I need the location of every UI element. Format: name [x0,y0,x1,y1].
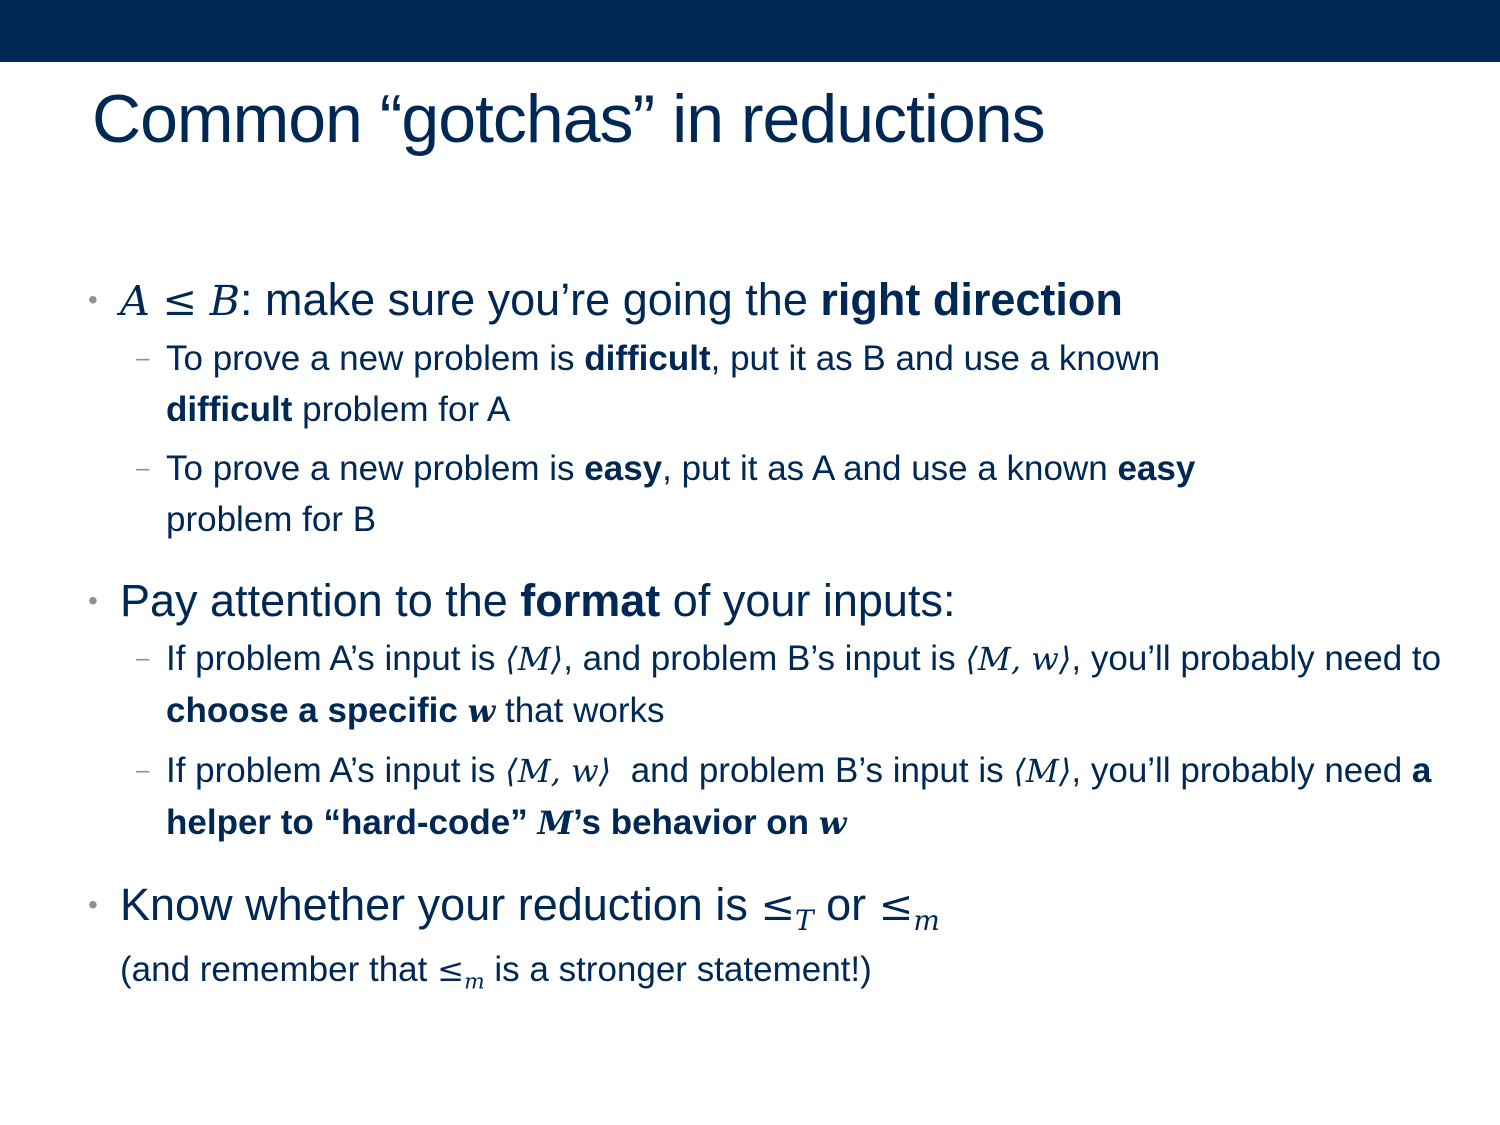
text-span: that works [495,691,665,730]
reduction-note: (and remember that ≤m is a stronger stat… [120,947,1466,1006]
text-span: , put it as B and use a known [710,339,1161,378]
sub-bullet-hard-code: If problem A’s input is ⟨M, w⟩ and probl… [86,745,1466,849]
math-bold-span: M [537,804,574,842]
sub-bullet-difficult: To prove a new problem is difficult, put… [86,333,1466,435]
bullet-reduction-type: Know whether your reduction is ≤T or ≤m … [86,877,1466,1005]
math-leq: ≤ [437,950,465,989]
bullet-direction-bold: right direction [820,274,1123,325]
sub-bullet-choose-w: If problem A’s input is ⟨M⟩, and problem… [86,633,1466,737]
math-subscript: T [795,903,814,937]
bullet-format: Pay attention to the format of your inpu… [86,573,1466,629]
bold-span: difficult [584,339,711,378]
math-a: A [120,277,150,325]
math-span: ⟨M, w⟩ [965,640,1072,678]
text-span: problem for B [166,500,377,539]
math-bold-span: w [818,804,847,842]
text-span: If problem A’s input is [166,751,506,790]
text-span: is a stronger statement!) [484,949,872,989]
math-b: B [209,277,241,325]
text-span: , you’ll probably need to [1071,639,1442,678]
text-span: , you’ll probably need [1071,751,1412,790]
text-span: problem for A [292,390,511,429]
text-span: Pay attention to the [120,575,521,626]
bold-span: ’s behavior on [573,803,819,842]
text-span: or [813,879,879,930]
text-span: and problem B’s input is [611,751,1014,790]
bullet-direction: A ≤ B: make sure you’re going the right … [86,272,1466,329]
math-span: ⟨M, w⟩ [505,752,612,790]
text-span: To prove a new problem is [166,449,585,488]
slide-title: Common “gotchas” in reductions [92,81,1046,157]
math-subscript: m [913,903,940,937]
bold-span: easy [584,449,663,488]
bold-span: easy [1117,449,1196,488]
sub-bullet-easy: To prove a new problem is easy, put it a… [86,443,1466,545]
text-span: Know whether your reduction is [120,879,761,930]
math-span: ⟨M⟩ [1013,752,1072,790]
bold-span: difficult [166,390,293,429]
math-leq: ≤ [162,277,198,325]
bold-span: format [520,575,661,626]
math-leq: ≤ [760,882,796,930]
bullet-direction-text: : make sure you’re going the [240,274,821,325]
text-span: (and remember that [120,949,438,989]
text-span: If problem A’s input is [166,639,506,678]
math-bold-span: w [467,692,496,730]
math-leq: ≤ [878,882,914,930]
text-span: of your inputs: [660,575,956,626]
text-span: , put it as A and use a known [662,449,1118,488]
math-subscript: m [464,969,485,995]
math-span: ⟨M⟩ [505,640,564,678]
slide-content: A ≤ B: make sure you’re going the right … [86,272,1466,1009]
bold-span: choose a specific [166,691,468,730]
text-span: To prove a new problem is [166,339,585,378]
header-bar [0,0,1500,62]
text-span: , and problem B’s input is [563,639,966,678]
